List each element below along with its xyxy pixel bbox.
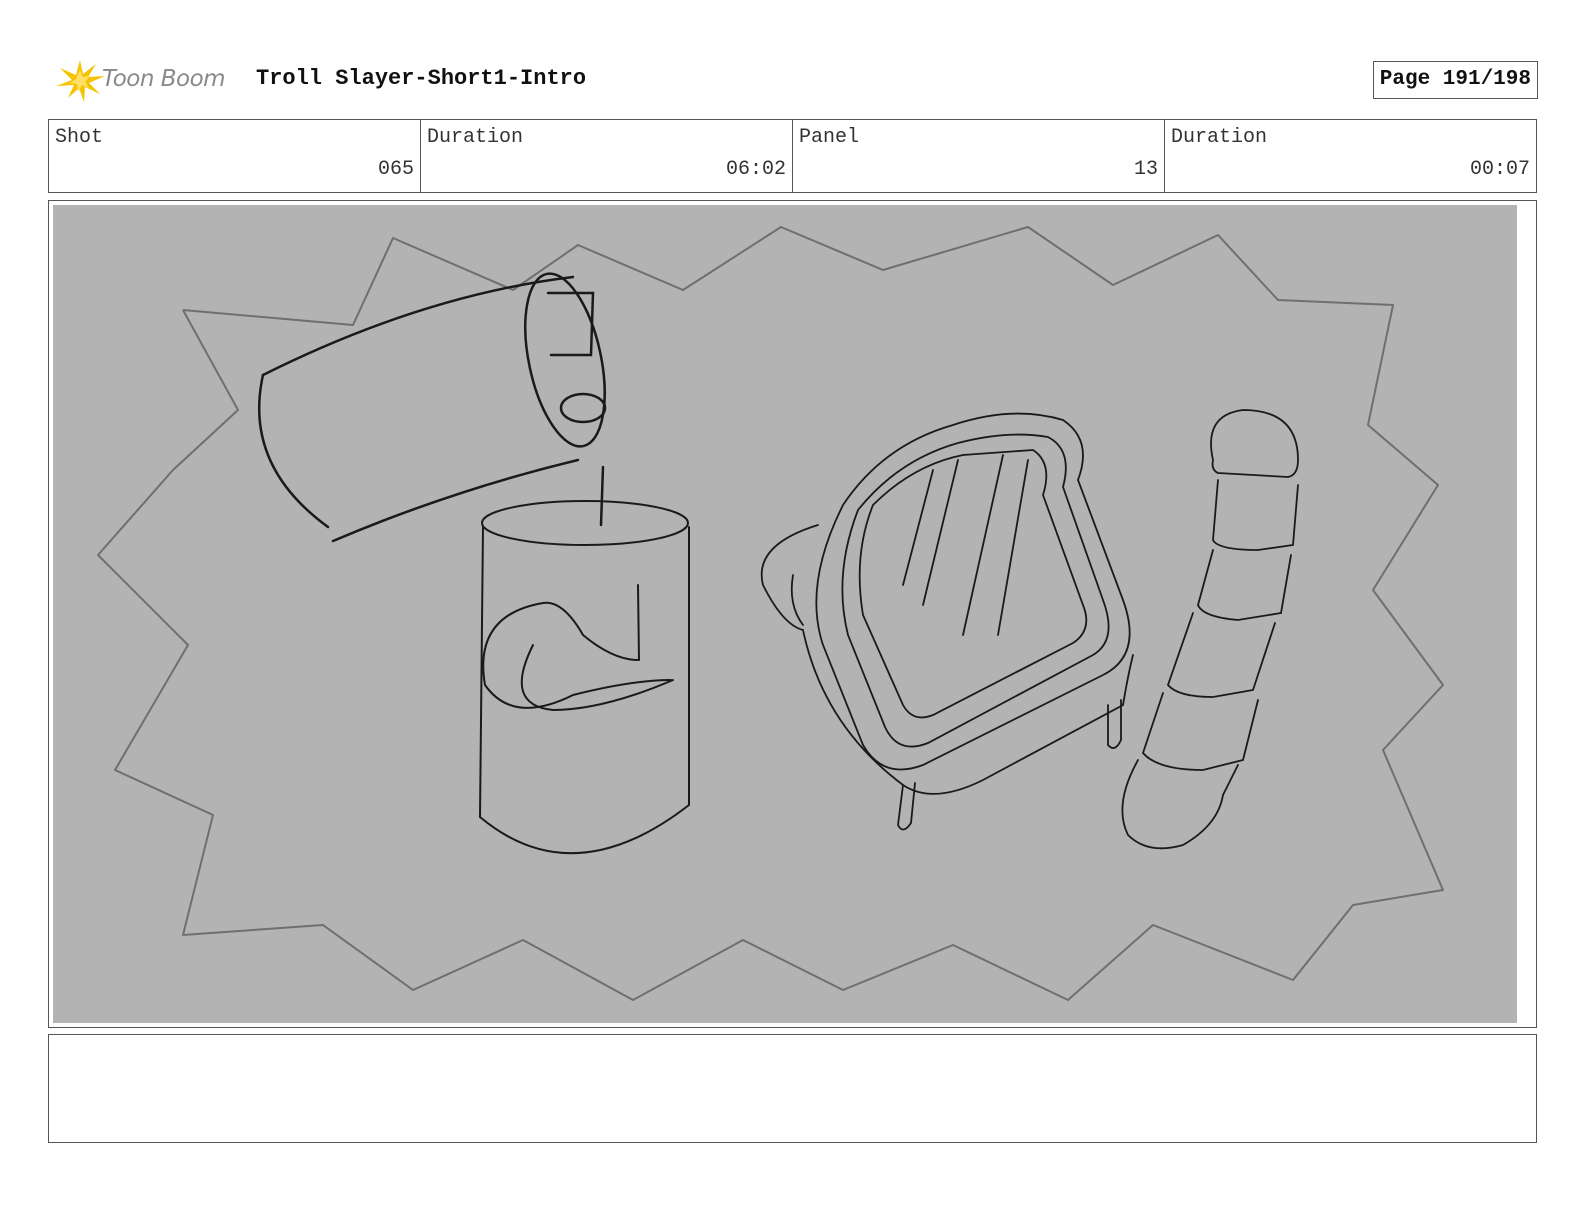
shot-value: 065 xyxy=(377,158,414,181)
panel-notes-box xyxy=(48,1034,1537,1143)
panel-cell: Panel 13 xyxy=(793,120,1165,192)
shot-duration-value: 06:02 xyxy=(725,158,786,181)
storyboard-panel-image xyxy=(53,205,1517,1023)
sandwich-sketch xyxy=(760,412,1134,831)
shot-cell: Shot 065 xyxy=(49,120,421,192)
cup-sketch xyxy=(479,500,690,855)
shot-info-table: Shot 065 Duration 06:02 Panel 13 Duratio… xyxy=(48,119,1537,193)
panel-duration-label: Duration xyxy=(1171,126,1268,149)
logo-text: Toon Boom xyxy=(102,66,226,92)
pouring-can-sketch xyxy=(258,272,607,543)
panel-sketch xyxy=(97,226,1444,1001)
page-header: Toon Boom Troll Slayer-Short1-Intro Page… xyxy=(48,52,1538,110)
storyboard-panel-frame xyxy=(48,200,1537,1028)
panel-value: 13 xyxy=(1133,158,1158,181)
skewer-sketch xyxy=(1121,409,1299,850)
project-title: Troll Slayer-Short1-Intro xyxy=(256,66,587,91)
panel-duration-value: 00:07 xyxy=(1469,158,1530,181)
page-number: Page 191/198 xyxy=(1372,61,1538,99)
panel-duration-cell: Duration 00:07 xyxy=(1165,120,1536,192)
toon-boom-logo: Toon Boom xyxy=(50,56,240,106)
burst-outline xyxy=(97,226,1444,1001)
shot-label: Shot xyxy=(55,126,104,149)
shot-duration-label: Duration xyxy=(427,126,524,149)
starburst-icon xyxy=(56,60,105,102)
shot-duration-cell: Duration 06:02 xyxy=(421,120,793,192)
panel-label: Panel xyxy=(799,126,860,149)
